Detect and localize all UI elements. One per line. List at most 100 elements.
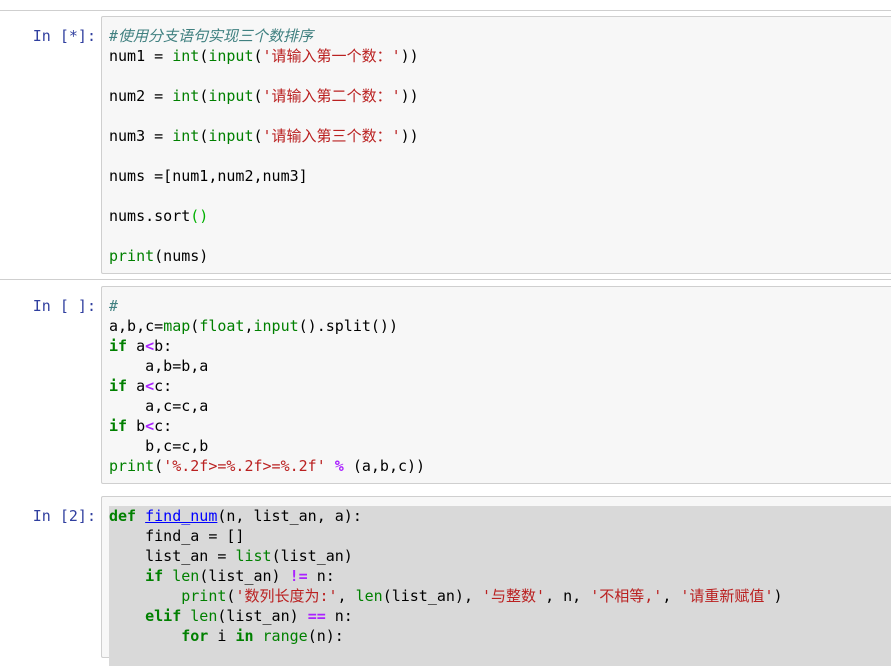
code-token: <	[145, 417, 155, 435]
code-editor[interactable]: # a,b,c=map(float,input().split()) if a<b:…	[109, 296, 425, 476]
code-token: c:	[154, 417, 173, 435]
code-token: if	[145, 567, 164, 585]
code-line: nums.sort()	[109, 206, 419, 226]
code-token: def	[109, 507, 137, 525]
code-input-area[interactable]: #使用分支语句实现三个数排序 num1 = int(input('请输入第一个数：…	[101, 16, 891, 274]
code-token: if	[109, 417, 128, 435]
code-token: ==	[307, 607, 326, 625]
cell-prompt: In [*]:	[32, 27, 96, 45]
code-token: print	[181, 587, 227, 605]
code-line: list_an = list(list_an)	[109, 546, 783, 566]
code-line: #使用分支语句实现三个数排序	[109, 26, 419, 46]
code-token: a	[127, 337, 146, 355]
code-token: ,	[662, 587, 681, 605]
code-token: (list_an)	[217, 607, 308, 625]
code-token: !=	[289, 567, 308, 585]
code-token: float	[199, 317, 245, 335]
code-token: in	[235, 627, 254, 645]
code-token: find_num	[145, 507, 218, 525]
code-token: list_an =	[109, 547, 236, 565]
code-line: a,b=b,a	[109, 356, 425, 376]
code-token: <	[145, 377, 155, 395]
code-input-area[interactable]: def find_num(n, list_an, a): find_a = []…	[101, 496, 891, 666]
code-token: (	[253, 127, 263, 145]
code-line: def find_num(n, list_an, a):	[109, 506, 783, 526]
code-line: elif len(list_an) == n:	[109, 606, 783, 626]
code-token: n:	[307, 567, 335, 585]
code-token: int	[172, 87, 200, 105]
code-editor[interactable]: def find_num(n, list_an, a): find_a = []…	[109, 506, 783, 646]
code-token: list	[235, 547, 272, 565]
code-token: ))	[400, 47, 419, 65]
code-line: a,c=c,a	[109, 396, 425, 416]
code-token: (	[253, 47, 263, 65]
code-token: b,c=c,b	[109, 437, 209, 455]
code-editor[interactable]: #使用分支语句实现三个数排序 num1 = int(input('请输入第一个数：…	[109, 26, 419, 266]
code-token: (	[199, 127, 209, 145]
code-token: input	[208, 127, 254, 145]
code-token: a,b=b,a	[109, 357, 209, 375]
code-token: int	[172, 127, 200, 145]
code-line: #	[109, 296, 425, 316]
code-token: '请重新赋值'	[680, 587, 774, 605]
code-token: b:	[154, 337, 173, 355]
code-line: find_a = []	[109, 526, 783, 546]
code-cell[interactable]: In [2]: def find_num(n, list_an, a): fin…	[0, 496, 891, 666]
code-token: '不相等,'	[590, 587, 663, 605]
code-token: (	[190, 317, 200, 335]
code-input-area[interactable]: # a,b,c=map(float,input().split()) if a<b:…	[101, 286, 891, 484]
code-token: num1 =	[109, 47, 173, 65]
code-token: len	[172, 567, 200, 585]
code-line: nums =[num1,num2,num3]	[109, 166, 419, 186]
code-token: ))	[400, 87, 419, 105]
code-token: #	[109, 297, 119, 315]
code-line: print('%.2f>=%.2f>=%.2f' % (a,b,c))	[109, 456, 425, 476]
code-token: (	[199, 87, 209, 105]
code-token: ().split())	[298, 317, 398, 335]
code-token: a	[127, 377, 146, 395]
code-token: input	[253, 317, 299, 335]
code-token: find_a = []	[109, 527, 245, 545]
code-cell[interactable]: In [ ]: # a,b,c=map(float,input().split()…	[0, 286, 891, 486]
code-token: for	[181, 627, 209, 645]
cell-separator	[0, 279, 891, 280]
code-token: n:	[325, 607, 353, 625]
code-token: b	[127, 417, 146, 435]
code-token: num2 =	[109, 87, 173, 105]
code-token: #使用分支语句实现三个数排序	[109, 27, 314, 45]
code-token: print	[109, 457, 155, 475]
code-token: <	[145, 337, 155, 355]
code-token: i	[208, 627, 236, 645]
code-line: if len(list_an) != n:	[109, 566, 783, 586]
code-token: len	[190, 607, 218, 625]
code-token: '请输入第三个数：'	[262, 127, 401, 145]
code-line: num2 = int(input('请输入第二个数：'))	[109, 86, 419, 106]
code-line: for i in range(n):	[109, 626, 783, 646]
code-line: if a<c:	[109, 376, 425, 396]
code-token: (	[199, 47, 209, 65]
code-line: num3 = int(input('请输入第三个数：'))	[109, 126, 419, 146]
code-token: )	[773, 587, 783, 605]
code-token: (nums)	[154, 247, 209, 265]
code-token: (list_an)	[199, 567, 290, 585]
code-token: len	[355, 587, 383, 605]
code-token: '%.2f>=%.2f>=%.2f'	[163, 457, 326, 475]
code-token: print	[109, 247, 155, 265]
code-token: (n, list_an, a):	[217, 507, 362, 525]
cell-prompt: In [2]:	[32, 507, 96, 525]
code-token: if	[109, 337, 128, 355]
code-cell[interactable]: In [*]: #使用分支语句实现三个数排序 num1 = int(input('…	[0, 16, 891, 274]
code-token: ()	[190, 207, 209, 225]
code-line: b,c=c,b	[109, 436, 425, 456]
code-token: (	[154, 457, 164, 475]
